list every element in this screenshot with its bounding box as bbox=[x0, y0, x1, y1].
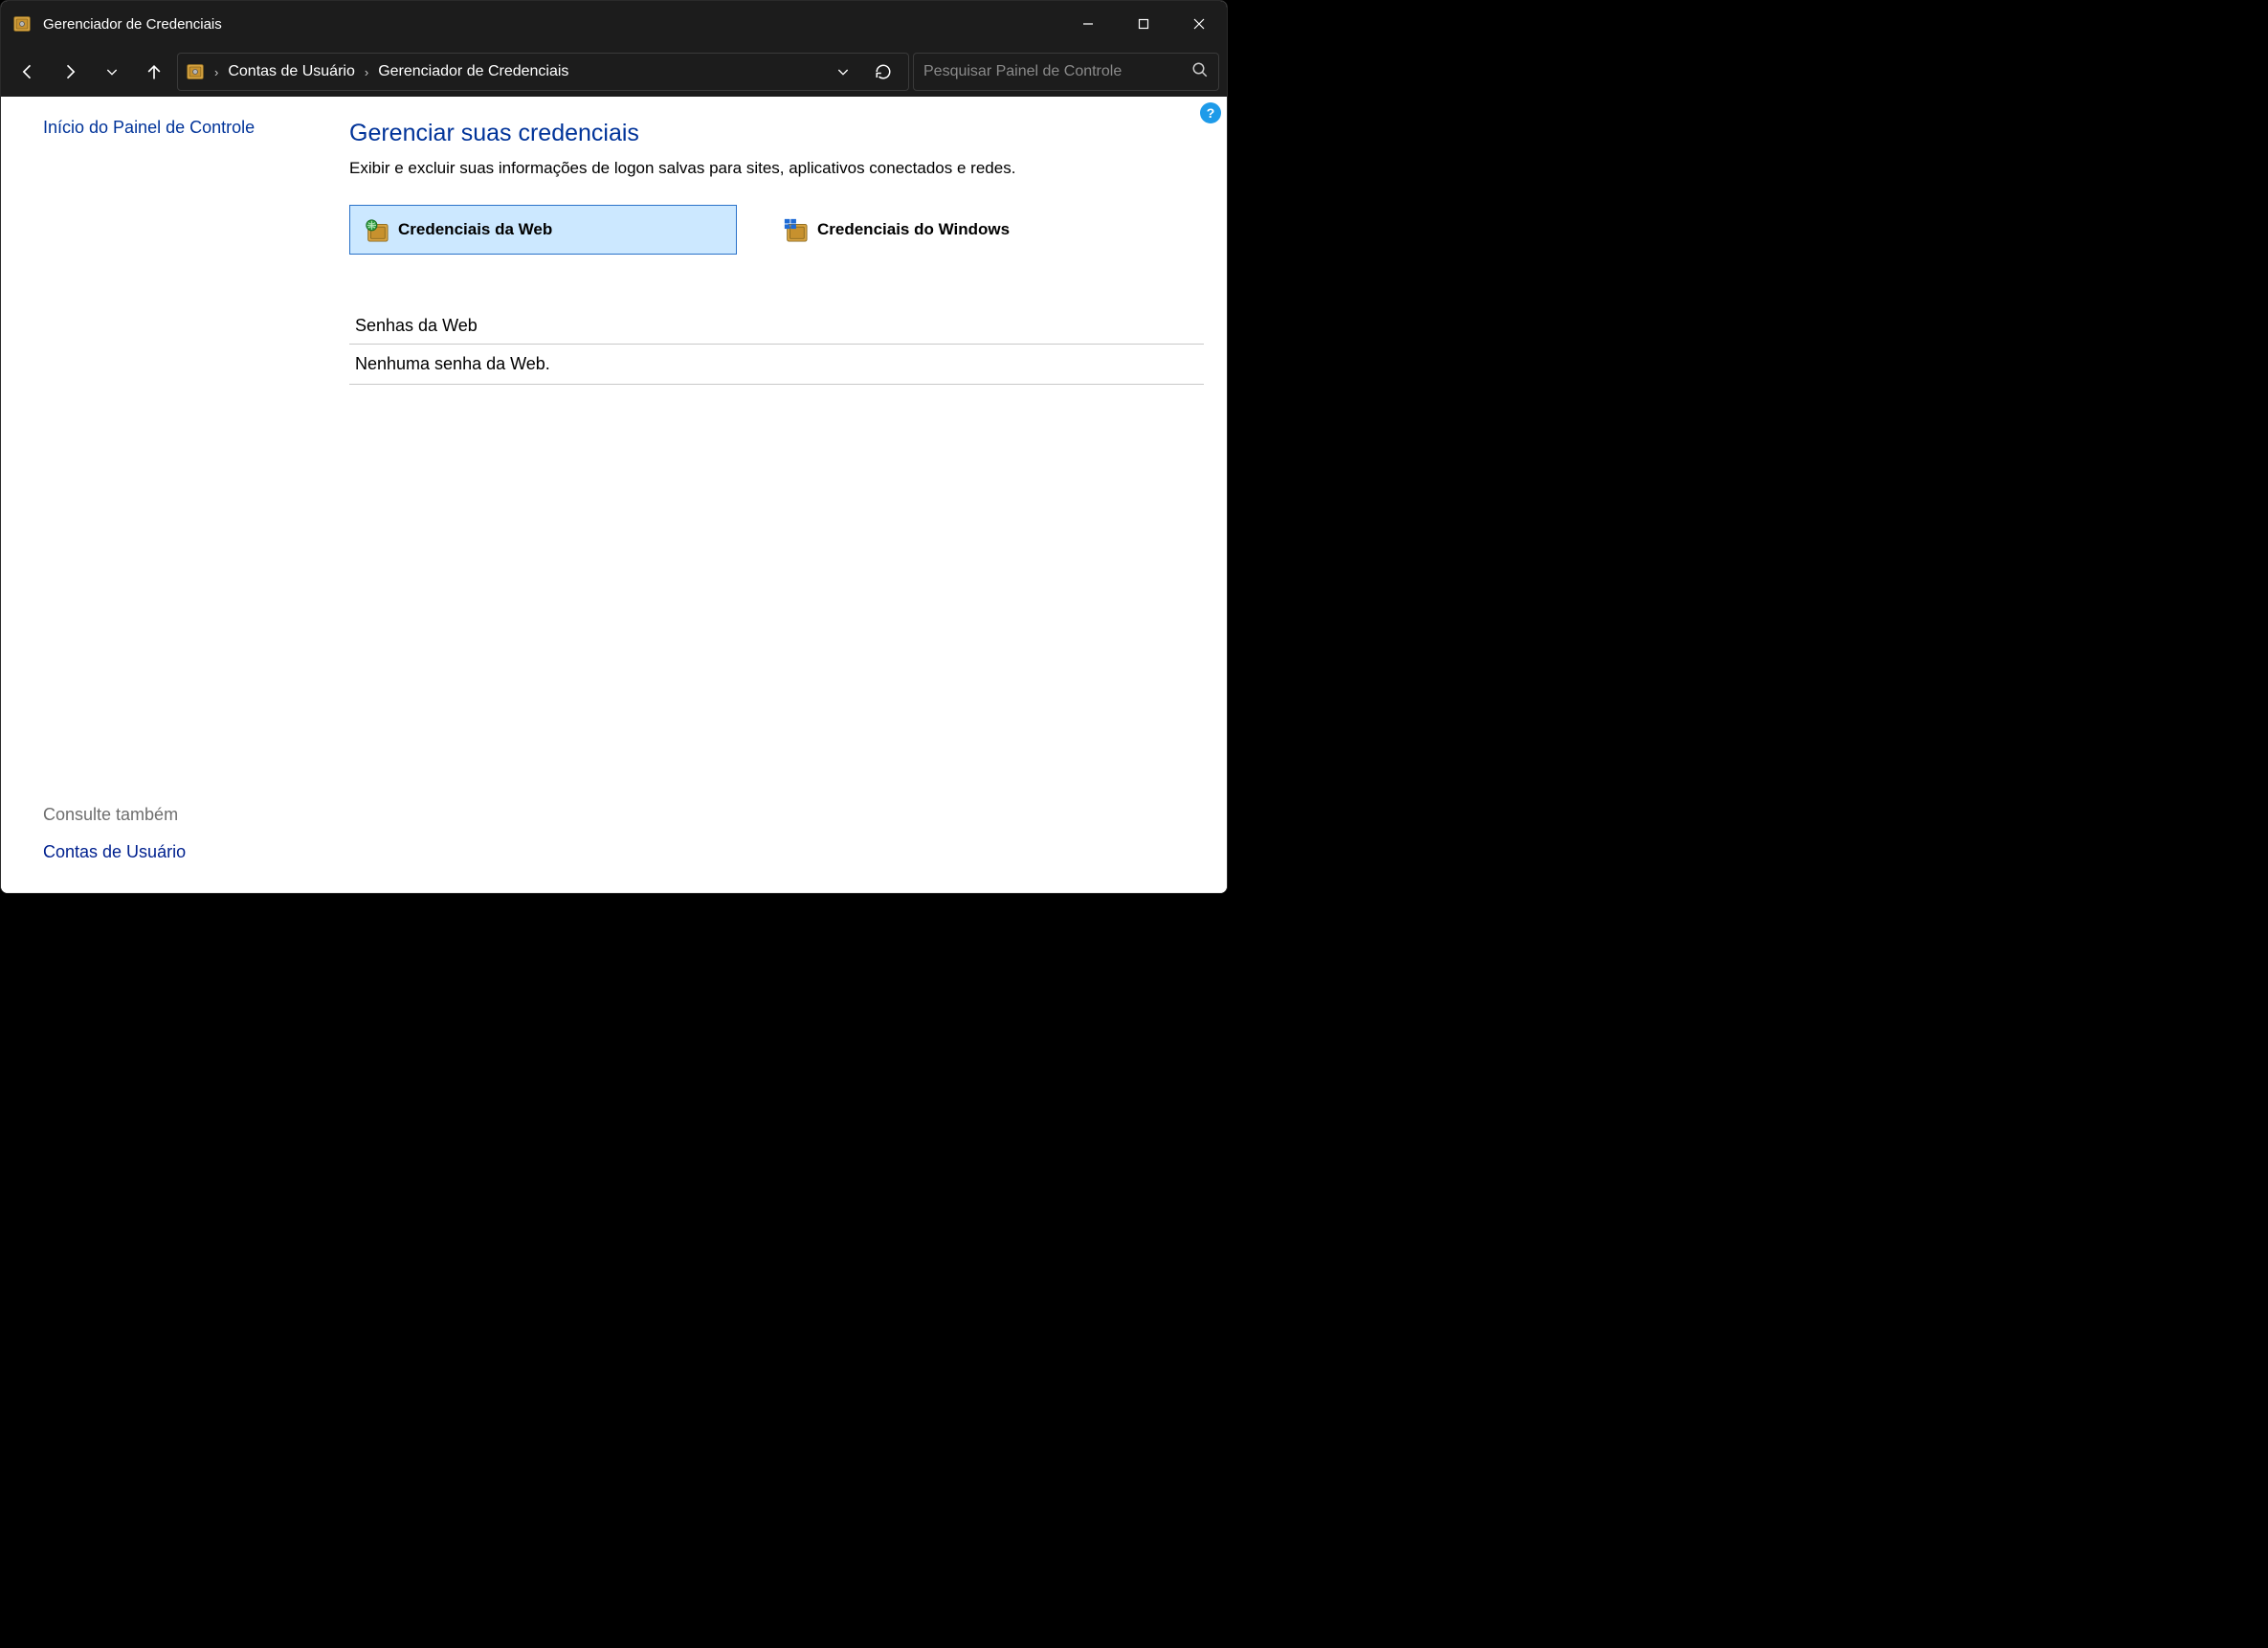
main-panel: Gerenciar suas credenciais Exibir e excl… bbox=[326, 97, 1227, 893]
empty-message: Nenhuma senha da Web. bbox=[349, 345, 1204, 385]
app-icon bbox=[12, 14, 32, 33]
forward-button[interactable] bbox=[51, 53, 89, 91]
breadcrumb-sep-icon: › bbox=[214, 65, 218, 79]
maximize-button[interactable] bbox=[1116, 1, 1171, 47]
address-icon bbox=[186, 62, 205, 81]
globe-safe-icon bbox=[364, 217, 389, 242]
tab-web-credentials[interactable]: Credenciais da Web bbox=[349, 205, 737, 255]
breadcrumb-sep-icon: › bbox=[365, 65, 368, 79]
section-header: Senhas da Web bbox=[349, 308, 1204, 345]
credential-type-tabs: Credenciais da Web Credenciais do bbox=[349, 205, 1204, 255]
address-history-button[interactable] bbox=[826, 55, 860, 89]
app-window: Gerenciador de Credenciais bbox=[0, 0, 1228, 894]
search-input[interactable] bbox=[923, 63, 1191, 80]
content-area: ? Início do Painel de Controle Consulte … bbox=[1, 97, 1227, 893]
sidebar: Início do Painel de Controle Consulte ta… bbox=[1, 97, 326, 893]
navigation-bar: › Contas de Usuário › Gerenciador de Cre… bbox=[1, 47, 1227, 97]
tab-label: Credenciais da Web bbox=[398, 220, 552, 239]
search-box[interactable] bbox=[913, 53, 1219, 91]
minimize-button[interactable] bbox=[1060, 1, 1116, 47]
tab-label: Credenciais do Windows bbox=[817, 220, 1010, 239]
window-controls bbox=[1060, 1, 1227, 47]
address-bar[interactable]: › Contas de Usuário › Gerenciador de Cre… bbox=[177, 53, 909, 91]
up-button[interactable] bbox=[135, 53, 173, 91]
search-icon bbox=[1191, 61, 1209, 83]
breadcrumb: › Contas de Usuário › Gerenciador de Cre… bbox=[214, 63, 816, 80]
titlebar: Gerenciador de Credenciais bbox=[1, 1, 1227, 47]
tab-windows-credentials[interactable]: Credenciais do Windows bbox=[769, 205, 1157, 255]
page-title: Gerenciar suas credenciais bbox=[349, 120, 1204, 147]
sidebar-home-link[interactable]: Início do Painel de Controle bbox=[43, 118, 298, 138]
refresh-button[interactable] bbox=[866, 55, 901, 89]
help-button[interactable]: ? bbox=[1200, 102, 1221, 123]
sidebar-user-accounts-link[interactable]: Contas de Usuário bbox=[43, 842, 298, 862]
windows-safe-icon bbox=[783, 217, 808, 242]
page-description: Exibir e excluir suas informações de log… bbox=[349, 159, 1204, 178]
close-button[interactable] bbox=[1171, 1, 1227, 47]
window-title: Gerenciador de Credenciais bbox=[43, 16, 1060, 33]
breadcrumb-part[interactable]: Gerenciador de Credenciais bbox=[378, 63, 568, 80]
recent-locations-button[interactable] bbox=[93, 53, 131, 91]
see-also-label: Consulte também bbox=[43, 805, 298, 825]
back-button[interactable] bbox=[9, 53, 47, 91]
breadcrumb-part[interactable]: Contas de Usuário bbox=[228, 63, 355, 80]
help-icon: ? bbox=[1207, 105, 1215, 121]
